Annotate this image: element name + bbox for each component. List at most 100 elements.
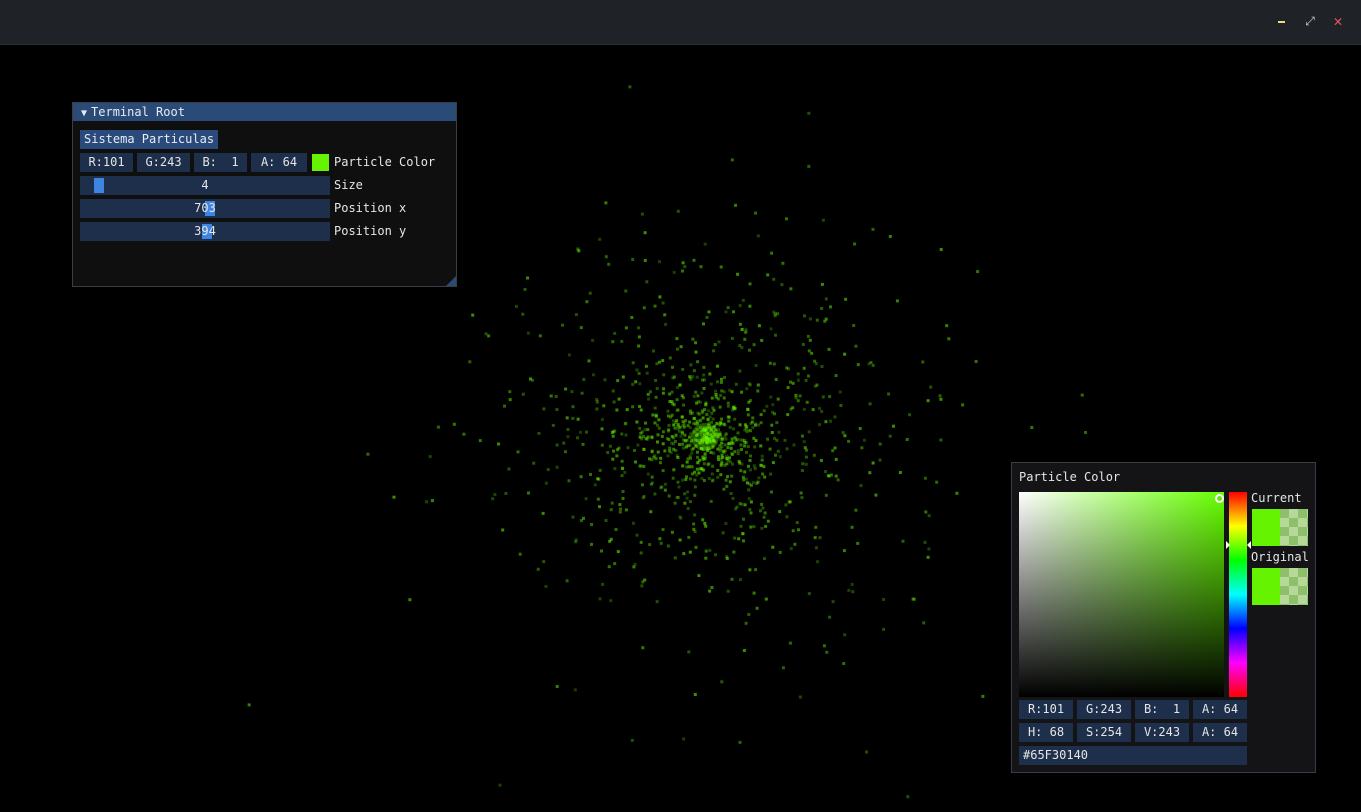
particle [611, 340, 615, 344]
particle [720, 453, 724, 457]
saturation-value-square[interactable] [1019, 492, 1224, 697]
particle [692, 417, 696, 421]
particle [730, 437, 734, 441]
particle [639, 431, 643, 435]
resize-grip[interactable] [446, 276, 456, 286]
particle [824, 420, 828, 424]
particle [913, 597, 916, 601]
hue-bar[interactable] [1229, 492, 1247, 697]
particle [749, 500, 753, 504]
size-slider-grab[interactable] [93, 178, 104, 193]
picker-s-field[interactable]: S:254 [1077, 723, 1131, 742]
particle [727, 419, 731, 423]
position-y-slider[interactable]: 394 [80, 222, 330, 241]
original-color-preview[interactable] [1252, 568, 1308, 605]
particle [710, 472, 714, 476]
particle [653, 492, 657, 496]
particle [408, 598, 412, 602]
picker-a-field[interactable]: A: 64 [1193, 700, 1247, 719]
particle [856, 363, 860, 367]
particle [752, 464, 756, 468]
particle [642, 306, 646, 310]
particle [736, 272, 740, 276]
particle-color-a-field[interactable]: A: 64 [251, 153, 307, 172]
terminal-root-window[interactable]: ▼ Terminal Root Sistema Particulas R:101 … [72, 102, 457, 287]
particle [608, 539, 612, 543]
particle [676, 456, 680, 459]
picker-b-field[interactable]: B: 1 [1135, 700, 1189, 719]
particle [662, 387, 665, 391]
picker-r-field[interactable]: R:101 [1019, 700, 1073, 719]
hue-marker-left-icon[interactable] [1226, 541, 1230, 549]
particle [804, 378, 808, 382]
particle [686, 507, 690, 510]
particle [724, 478, 728, 482]
particle [726, 415, 730, 419]
particle [696, 421, 700, 425]
particle [921, 360, 925, 364]
particle [719, 464, 723, 467]
window-titlebar: ⤢ ✕ [0, 0, 1361, 45]
restore-button[interactable]: ⤢ [1299, 10, 1321, 32]
particle [652, 455, 656, 459]
particle [694, 341, 698, 345]
particle [759, 509, 762, 513]
particle-color-swatch[interactable] [312, 154, 329, 171]
picker-g-field[interactable]: G:243 [1077, 700, 1131, 719]
particle [670, 530, 674, 534]
particle-color-g-field[interactable]: G:243 [137, 153, 190, 172]
particle [497, 442, 500, 446]
particle [640, 584, 644, 588]
collapse-arrow-icon[interactable]: ▼ [81, 105, 87, 123]
sistema-particulas-button[interactable]: Sistema Particulas [80, 130, 219, 149]
particle [803, 314, 806, 318]
minimize-button[interactable] [1271, 10, 1293, 32]
particle [701, 518, 705, 522]
particle [938, 394, 942, 398]
particle [736, 452, 740, 456]
particle-color-r-field[interactable]: R:101 [80, 153, 133, 172]
particle [498, 783, 502, 787]
particle [590, 523, 594, 526]
particle [753, 445, 757, 449]
particle [698, 458, 702, 462]
window-title-bar[interactable]: ▼ Terminal Root [73, 103, 456, 121]
particle [814, 362, 818, 366]
particle [724, 437, 728, 441]
picker-h-field[interactable]: H: 68 [1019, 723, 1073, 742]
particle [901, 539, 905, 543]
position-x-value: 703 [194, 201, 216, 215]
particle [802, 407, 806, 411]
particle [598, 597, 602, 601]
particle [751, 416, 755, 420]
hue-marker-right-icon[interactable] [1247, 541, 1251, 549]
particle [769, 327, 773, 331]
particle [853, 242, 857, 246]
particle [709, 382, 713, 386]
particle [770, 431, 774, 434]
particle [657, 426, 661, 430]
particle [935, 480, 939, 484]
saturation-value-handle[interactable] [1215, 494, 1224, 503]
close-button[interactable]: ✕ [1327, 10, 1349, 32]
color-picker-popup[interactable]: Particle Color Current Original R:101 G:… [1011, 462, 1316, 773]
particle [757, 324, 761, 328]
particle [646, 428, 650, 432]
particle-color-b-field[interactable]: B: 1 [194, 153, 247, 172]
size-slider[interactable]: 4 [80, 176, 330, 195]
particle [733, 407, 737, 410]
particle [579, 430, 582, 434]
picker-v-field[interactable]: V:243 [1135, 723, 1189, 742]
particle [567, 479, 571, 483]
particle [926, 399, 930, 403]
particle [564, 450, 567, 454]
particle [639, 540, 643, 544]
picker-hsv-a-field[interactable]: A: 64 [1193, 723, 1247, 742]
particle [745, 387, 749, 391]
particle [778, 510, 782, 514]
particle [781, 261, 785, 265]
hex-input[interactable]: #65F30140 [1019, 746, 1247, 765]
particle [618, 503, 622, 507]
position-x-slider[interactable]: 703 [80, 199, 330, 218]
particle [760, 502, 764, 506]
